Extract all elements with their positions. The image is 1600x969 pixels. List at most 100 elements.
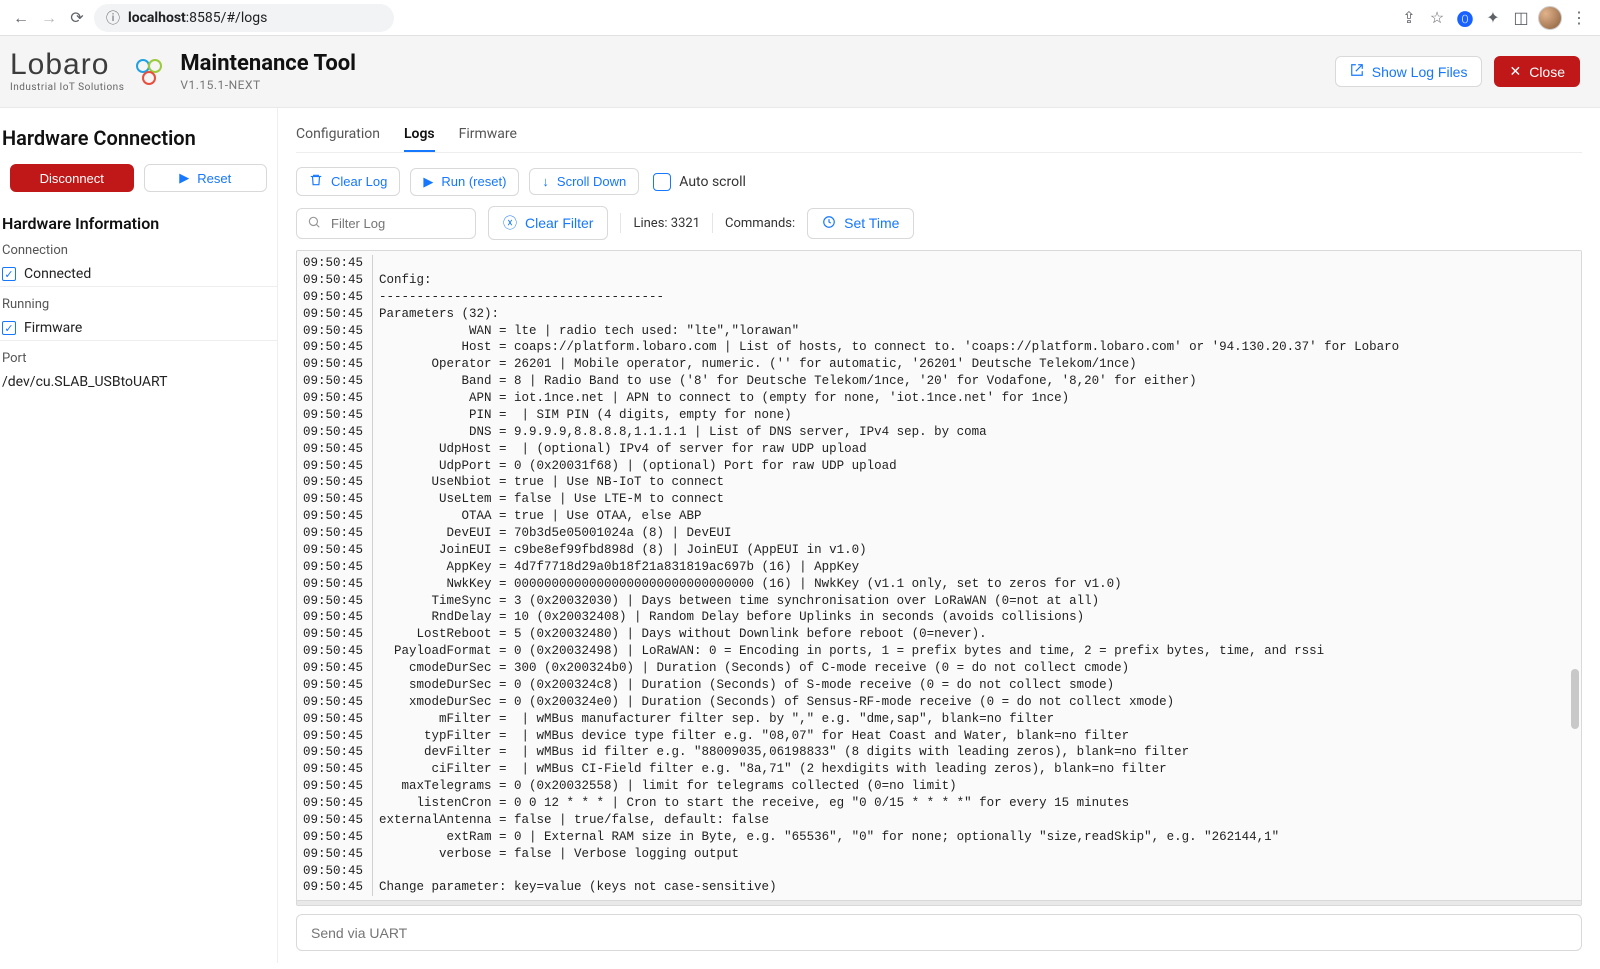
auto-scroll-toggle[interactable]: Auto scroll [653,173,746,191]
trash-icon [309,173,323,190]
log-line: 09:50:45 listenCron = 0 0 12 * * * | Cro… [303,795,1575,812]
logs-toolbar: Clear Log ▶ Run (reset) ↓ Scroll Down Au… [296,153,1582,206]
commands-label: Commands: [725,216,795,231]
logo-subtitle: Industrial IoT Solutions [10,82,124,93]
running-checkbox[interactable] [2,321,16,335]
show-log-files-button[interactable]: Show Log Files [1335,56,1483,87]
close-icon: ✕ [1509,63,1521,80]
clear-icon: ⓧ [503,213,517,233]
extension-1password-icon[interactable]: ⓿ [1454,7,1476,29]
logo-text: Lobaro [10,50,109,80]
log-line: 09:50:45 APN = iot.1nce.net | APN to con… [303,390,1575,407]
running-row: Firmware [0,316,277,341]
close-label: Close [1529,64,1565,80]
tab-firmware[interactable]: Firmware [459,118,517,152]
clock-icon [822,215,836,232]
nav-reload-icon[interactable]: ⟳ [66,7,88,29]
disconnect-label: Disconnect [40,171,104,186]
lines-meta: Lines: 3321 [633,216,700,231]
filter-input[interactable] [329,215,465,232]
browser-toolbar: ← → ⟳ ⓘ localhost:8585/#/logs ⇪ ☆ ⓿ ✦ ◫ … [0,0,1600,36]
scroll-down-label: Scroll Down [557,174,626,189]
nav-forward-icon[interactable]: → [38,7,60,29]
log-line: 09:50:45--------------------------------… [303,289,1575,306]
send-uart-input[interactable] [309,924,1569,942]
profile-avatar[interactable] [1538,6,1562,30]
tab-configuration[interactable]: Configuration [296,118,380,152]
log-line: 09:50:45Config: [303,272,1575,289]
connection-checkbox[interactable] [2,267,16,281]
auto-scroll-checkbox[interactable] [653,173,671,191]
log-line: 09:50:45 PayloadFormat = 0 (0x20032498) … [303,643,1575,660]
port-row: /dev/cu.SLAB_USBtoUART [0,370,277,394]
logo-glyph-icon [134,57,164,87]
scroll-thumb[interactable] [1571,669,1579,729]
hw-info-title: Hardware Information [2,214,275,233]
content-panel: Configuration Logs Firmware Clear Log ▶ … [278,108,1600,963]
log-line: 09:50:45 PIN = | SIM PIN (4 digits, empt… [303,407,1575,424]
set-time-label: Set Time [844,215,899,231]
log-line: 09:50:45 Host = coaps://platform.lobaro.… [303,339,1575,356]
extensions-icon[interactable]: ✦ [1482,7,1504,29]
auto-scroll-label: Auto scroll [679,174,746,190]
nav-back-icon[interactable]: ← [10,7,32,29]
bookmark-icon[interactable]: ☆ [1426,7,1448,29]
log-output[interactable]: 09:50:45 09:50:45Config:09:50:45---------… [296,250,1582,906]
log-line: 09:50:45 xmodeDurSec = 0 (0x200324e0) | … [303,694,1575,711]
app-title-block: Maintenance Tool V1.15.1-NEXT [180,51,356,92]
url-bar[interactable]: ⓘ localhost:8585/#/logs [94,4,394,32]
clear-log-label: Clear Log [331,174,387,189]
share-icon[interactable]: ⇪ [1398,7,1420,29]
log-line: 09:50:45 UseLtem = false | Use LTE-M to … [303,491,1575,508]
log-line: 09:50:45 typFilter = | wMBus device type… [303,728,1575,745]
log-line: 09:50:45 TimeSync = 3 (0x20032030) | Day… [303,593,1575,610]
running-label: Running [2,297,275,312]
app-version: V1.15.1-NEXT [180,78,356,92]
reset-label: Reset [197,171,231,186]
connection-value: Connected [24,266,91,282]
play-icon: ▶ [179,170,189,186]
log-line: 09:50:45 Operator = 26201 | Mobile opera… [303,356,1575,373]
reset-button[interactable]: ▶ Reset [144,164,268,192]
log-line: 09:50:45 [303,863,1575,880]
log-line: 09:50:45 DNS = 9.9.9.9,8.8.8.8,1.1.1.1 |… [303,424,1575,441]
horizontal-scrollbar[interactable] [297,900,1581,906]
run-reset-button[interactable]: ▶ Run (reset) [410,168,519,196]
tabs: Configuration Logs Firmware [296,108,1582,153]
send-input-wrap[interactable] [296,914,1582,951]
log-line: 09:50:45 JoinEUI = c9be8ef99fbd898d (8) … [303,542,1575,559]
log-line: 09:50:45 devFilter = | wMBus id filter e… [303,744,1575,761]
port-value: /dev/cu.SLAB_USBtoUART [2,374,168,390]
connection-row: Connected [0,262,277,287]
vertical-scrollbar[interactable] [1569,253,1579,893]
log-line: 09:50:45 verbose = false | Verbose loggi… [303,846,1575,863]
log-line: 09:50:45 extRam = 0 | External RAM size … [303,829,1575,846]
log-line: 09:50:45 maxTelegrams = 0 (0x20032558) |… [303,778,1575,795]
tab-logs[interactable]: Logs [404,118,435,152]
log-line: 09:50:45 AppKey = 4d7f7718d29a0b18f21a83… [303,559,1575,576]
clear-log-button[interactable]: Clear Log [296,167,400,196]
arrow-down-icon: ↓ [542,174,549,189]
log-line: 09:50:45 ciFilter = | wMBus CI-Field fil… [303,761,1575,778]
app-title: Maintenance Tool [180,51,356,76]
close-button[interactable]: ✕ Close [1494,56,1580,87]
kebab-menu-icon[interactable]: ⋮ [1568,7,1590,29]
set-time-button[interactable]: Set Time [807,208,914,239]
divider [620,213,621,233]
filter-row: ⓧ Clear Filter Lines: 3321 Commands: Set… [296,206,1582,250]
log-line: 09:50:45externalAntenna = false | true/f… [303,812,1575,829]
external-link-icon [1350,63,1364,80]
log-line: 09:50:45 WAN = lte | radio tech used: "l… [303,323,1575,340]
log-line: 09:50:45 mFilter = | wMBus manufacturer … [303,711,1575,728]
log-line: 09:50:45 Band = 8 | Radio Band to use ('… [303,373,1575,390]
port-label: Port [2,351,275,366]
url-host: localhost:8585/#/logs [128,10,267,26]
disconnect-button[interactable]: Disconnect [10,164,134,192]
app-header: Lobaro Industrial IoT Solutions Maintena… [0,36,1600,108]
side-panel-icon[interactable]: ◫ [1510,7,1532,29]
log-line: 09:50:45 UdpPort = 0 (0x20031f68) | (opt… [303,458,1575,475]
filter-input-wrap[interactable] [296,208,476,239]
scroll-down-button[interactable]: ↓ Scroll Down [529,168,639,195]
log-line: 09:50:45 UseNbiot = true | Use NB-IoT to… [303,474,1575,491]
clear-filter-button[interactable]: ⓧ Clear Filter [488,206,608,240]
